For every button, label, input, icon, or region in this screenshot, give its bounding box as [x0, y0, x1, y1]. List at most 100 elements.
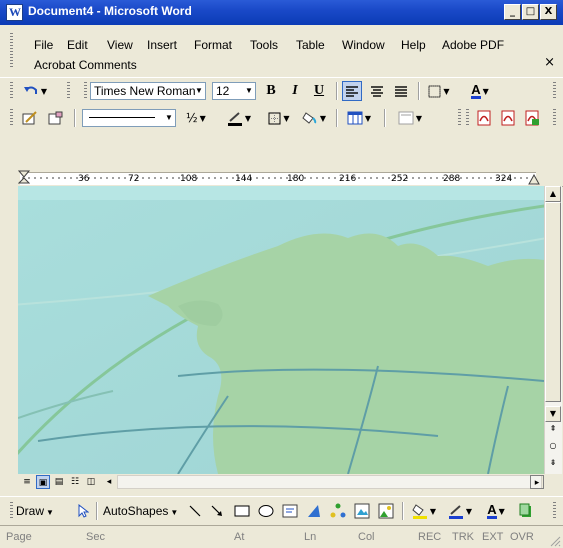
toolbar-grip[interactable]	[10, 502, 13, 520]
shading-dropdown-icon[interactable]: ▼	[320, 114, 326, 123]
shadow-style-button[interactable]	[516, 502, 536, 520]
line-style-dropdown-icon[interactable]: ▼	[163, 110, 175, 126]
maximize-button[interactable]: □	[522, 4, 539, 20]
scroll-thumb[interactable]	[545, 202, 561, 402]
align-left-button[interactable]	[342, 81, 362, 101]
bold-button[interactable]: B	[262, 82, 280, 100]
minimize-button[interactable]: _	[504, 4, 521, 20]
normal-view-icon[interactable]: ≡	[20, 475, 34, 489]
diagram-button[interactable]	[328, 502, 348, 520]
borders-dropdown-icon[interactable]: ▼	[443, 87, 449, 96]
horizontal-ruler[interactable]: 36 72 108 144 180 216 252 288 324	[0, 168, 563, 187]
toolbar-grip[interactable]	[466, 109, 469, 127]
line-weight-dropdown-icon[interactable]: ▼	[200, 114, 206, 123]
close-button[interactable]: X	[540, 4, 557, 20]
select-browse-object-icon[interactable]: ○	[545, 439, 561, 455]
font-dropdown-icon[interactable]: ▼	[193, 83, 205, 99]
toolbar-grip-2[interactable]	[67, 82, 70, 100]
borders-button[interactable]: ▼	[424, 82, 454, 100]
resize-grip-icon[interactable]	[549, 535, 561, 547]
document-canvas[interactable]	[18, 186, 544, 474]
draw-table-button[interactable]	[20, 109, 40, 127]
draw-menu-button[interactable]: Draw ▼	[16, 504, 54, 518]
justify-button[interactable]	[392, 82, 410, 100]
line-style-combo[interactable]: ▼	[82, 109, 176, 127]
left-indent-marker-icon[interactable]	[18, 170, 30, 186]
menu-insert[interactable]: Insert	[147, 38, 177, 52]
vertical-scrollbar[interactable]: ▲ ▼ ⇞ ○ ⇟	[544, 186, 562, 474]
insert-table-dropdown-icon[interactable]: ▼	[365, 114, 371, 123]
text-box-button[interactable]	[280, 502, 300, 520]
rectangle-tool-button[interactable]	[232, 502, 252, 520]
underline-button[interactable]: U	[310, 82, 328, 100]
outside-border-dropdown-icon[interactable]: ▼	[283, 114, 289, 123]
fill-color-dropdown-icon[interactable]: ▼	[430, 507, 436, 516]
scroll-right-button[interactable]: ▸	[530, 475, 544, 489]
align-cells-dropdown-icon[interactable]: ▼	[416, 114, 422, 123]
size-dropdown-icon[interactable]: ▼	[243, 83, 255, 99]
menu-acrobat-comments[interactable]: Acrobat Comments	[34, 58, 137, 72]
menu-view[interactable]: View	[107, 38, 133, 52]
fill-color-button[interactable]: ▼	[408, 502, 440, 520]
toolbar-grip[interactable]	[10, 82, 13, 100]
toolbar-overflow-grip[interactable]	[553, 82, 556, 100]
shading-color-button[interactable]: ▼	[298, 109, 330, 127]
outline-view-icon[interactable]: ☷	[68, 475, 82, 489]
menu-help[interactable]: Help	[401, 38, 426, 52]
reading-layout-view-icon[interactable]: ◫	[84, 475, 98, 489]
menu-tools[interactable]: Tools	[250, 38, 278, 52]
menu-file[interactable]: File	[34, 38, 53, 52]
status-trk[interactable]: TRK	[452, 531, 474, 543]
status-ext[interactable]: EXT	[482, 531, 503, 543]
align-cells-button[interactable]: ▼	[390, 109, 430, 127]
line-color-button[interactable]: ▼	[444, 502, 476, 520]
web-layout-view-icon[interactable]: ▣	[36, 475, 50, 489]
close-document-icon[interactable]: ×	[544, 55, 555, 70]
line-tool-button[interactable]	[186, 502, 204, 520]
arrow-tool-button[interactable]	[208, 502, 226, 520]
eraser-button[interactable]	[46, 109, 66, 127]
scroll-left-button[interactable]: ◂	[102, 475, 116, 489]
line-color-dropdown-icon[interactable]: ▼	[466, 507, 472, 516]
undo-dropdown-icon[interactable]: ▼	[41, 87, 47, 96]
oval-tool-button[interactable]	[256, 502, 276, 520]
border-color-dropdown-icon[interactable]: ▼	[245, 114, 251, 123]
line-weight-combo[interactable]: ½ ▼	[186, 109, 218, 127]
word-app-icon[interactable]	[6, 4, 23, 21]
toolbar-overflow-grip[interactable]	[553, 502, 556, 520]
next-page-icon[interactable]: ⇟	[545, 456, 561, 472]
convert-email-pdf-button[interactable]	[498, 109, 518, 127]
horizontal-scrollbar[interactable]	[117, 475, 542, 489]
toolbar-overflow-grip[interactable]	[553, 109, 556, 127]
font-color-button[interactable]: A ▼	[460, 82, 500, 100]
scroll-down-button[interactable]: ▼	[545, 406, 561, 422]
select-objects-button[interactable]	[74, 502, 92, 520]
border-color-button[interactable]: ▼	[224, 109, 254, 127]
menu-table[interactable]: Table	[296, 38, 325, 52]
toolbar-grip[interactable]	[10, 109, 13, 127]
previous-page-icon[interactable]: ⇞	[545, 422, 561, 438]
outside-border-button[interactable]: ▼	[264, 109, 294, 127]
italic-button[interactable]: I	[286, 82, 304, 100]
menu-grip[interactable]	[10, 33, 13, 69]
menu-window[interactable]: Window	[342, 38, 385, 52]
right-indent-marker-icon[interactable]	[528, 174, 540, 186]
print-layout-view-icon[interactable]: ▤	[52, 475, 66, 489]
menu-edit[interactable]: Edit	[67, 38, 88, 52]
toolbar-grip[interactable]	[458, 109, 461, 127]
font-size-combo[interactable]: 12 ▼	[212, 82, 256, 100]
status-ovr[interactable]: OVR	[510, 531, 534, 543]
menu-format[interactable]: Format	[194, 38, 232, 52]
menu-adobe-pdf[interactable]: Adobe PDF	[442, 38, 504, 52]
status-rec[interactable]: REC	[418, 531, 441, 543]
drawing-font-color-button[interactable]: A ▼	[480, 502, 512, 520]
font-color-dropdown-icon[interactable]: ▼	[483, 87, 489, 96]
font-name-combo[interactable]: Times New Roman ▼	[90, 82, 206, 100]
drawing-font-color-dropdown-icon[interactable]: ▼	[499, 507, 505, 516]
undo-button[interactable]: ▼	[20, 82, 50, 100]
convert-to-pdf-button[interactable]	[474, 109, 494, 127]
wordart-button[interactable]	[304, 502, 324, 520]
autoshapes-menu-button[interactable]: AutoShapes ▼	[103, 504, 178, 518]
toolbar-grip-3[interactable]	[84, 82, 87, 100]
clip-art-button[interactable]	[352, 502, 372, 520]
